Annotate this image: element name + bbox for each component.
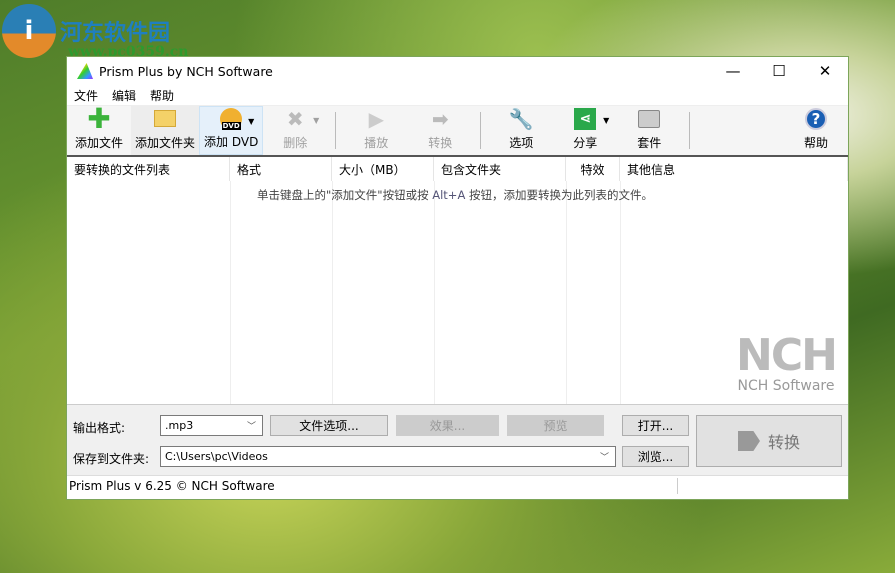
output-format-value: .mp3	[165, 419, 194, 432]
convert-button-label: 转换	[767, 433, 800, 452]
status-bar: Prism Plus v 6.25 © NCH Software	[67, 475, 848, 496]
folder-add-icon	[152, 106, 178, 131]
suite-label: 套件	[637, 136, 662, 150]
share-button[interactable]: ⋖ 分享 ▼	[553, 106, 617, 155]
file-list[interactable]: 要转换的文件列表 格式 大小（MB） 包含文件夹 特效 其他信息 单击键盘上的"…	[67, 157, 848, 405]
save-folder-label: 保存到文件夹:	[73, 452, 150, 466]
convert-arrow-icon	[737, 431, 760, 451]
dropdown-arrow-icon[interactable]: ▼	[248, 117, 254, 126]
title-bar: Prism Plus by NCH Software — ☐ ✕	[67, 57, 848, 85]
hint-text-end: 按钮，添加要转换为此列表的文件。	[465, 188, 653, 202]
menu-edit[interactable]: 编辑	[112, 87, 136, 104]
add-file-button[interactable]: ✚ 添加文件	[67, 101, 131, 155]
toolbar-divider	[480, 112, 482, 149]
convert-button[interactable]: 转换	[696, 415, 842, 467]
maximize-button[interactable]: ☐	[756, 57, 802, 85]
plus-icon: ✚	[87, 101, 111, 135]
output-format-label: 输出格式:	[73, 421, 126, 435]
add-folder-label: 添加文件夹	[135, 136, 196, 150]
status-text: Prism Plus v 6.25 © NCH Software	[69, 479, 275, 493]
tools-icon: 🔧	[508, 106, 534, 131]
convert-toolbar-button[interactable]: ➡ 转换	[408, 106, 472, 155]
share-label: 分享	[573, 136, 598, 150]
chevron-down-icon: ﹀	[599, 453, 609, 463]
dvd-add-icon: DVD	[218, 107, 244, 130]
add-folder-button[interactable]: 添加文件夹	[131, 106, 200, 155]
menu-bar: 文件 编辑 帮助	[67, 85, 848, 105]
empty-list-hint: 单击键盘上的"添加文件"按钮或按 Alt+A 按钮，添加要转换为此列表的文件。	[257, 187, 653, 203]
add-dvd-label: 添加 DVD	[204, 135, 259, 149]
open-button[interactable]: 打开...	[622, 415, 689, 436]
nch-logo: NCH NCH Software	[736, 330, 838, 395]
save-folder-input[interactable]: C:\Users\pc\Videos ﹀	[160, 446, 616, 467]
column-effects[interactable]: 特效	[566, 157, 620, 181]
watermark-site-name: 河东软件园	[60, 20, 171, 46]
app-window: Prism Plus by NCH Software — ☐ ✕ 文件 编辑 帮…	[66, 56, 849, 500]
output-panel: 输出格式: .mp3 ﹀ 文件选项... 效果... 预览 打开... 保存到文件…	[67, 405, 848, 475]
browse-button[interactable]: 浏览...	[622, 446, 689, 467]
close-button[interactable]: ✕	[802, 57, 848, 85]
help-label: 帮助	[803, 136, 828, 150]
column-format[interactable]: 格式	[230, 157, 332, 181]
column-folder[interactable]: 包含文件夹	[434, 157, 566, 181]
preview-button[interactable]: 预览	[507, 415, 604, 436]
play-button[interactable]: ▶ 播放	[344, 106, 408, 155]
chevron-down-icon: ﹀	[246, 422, 256, 432]
column-size[interactable]: 大小（MB）	[332, 157, 434, 181]
save-folder-path: C:\Users\pc\Videos	[165, 450, 268, 463]
prism-app-icon	[77, 63, 93, 79]
options-label: 选项	[509, 136, 534, 150]
film-convert-icon: ➡	[431, 106, 449, 131]
file-options-button[interactable]: 文件选项...	[270, 415, 388, 436]
add-file-label: 添加文件	[74, 136, 123, 150]
delete-label: 删除	[283, 136, 308, 150]
dropdown-arrow-icon[interactable]: ▼	[313, 116, 319, 125]
minimize-button[interactable]: —	[710, 57, 756, 85]
toolbar-divider	[689, 112, 691, 149]
help-button[interactable]: ? 帮助	[784, 106, 848, 155]
dropdown-arrow-icon[interactable]: ▼	[603, 116, 609, 125]
nch-logo-mark: NCH	[736, 330, 838, 381]
hint-shortcut: Alt+A	[432, 188, 466, 202]
output-format-select[interactable]: .mp3 ﹀	[160, 415, 263, 436]
toolbar: ✚ 添加文件 添加文件夹 DVD 添加 DVD ▼ ✖ 删除 ▼ ▶ 播放 ➡ 转换 🔧 选项 …	[67, 101, 848, 157]
delete-button[interactable]: ✖ 删除 ▼	[263, 106, 327, 155]
menu-help[interactable]: 帮助	[150, 87, 174, 104]
delete-icon: ✖	[286, 106, 304, 131]
suite-button[interactable]: 套件	[617, 106, 681, 155]
share-icon: ⋖	[572, 106, 598, 131]
help-icon: ?	[803, 106, 829, 131]
dvd-badge: DVD	[221, 121, 241, 130]
hint-text: 单击键盘上的"添加文件"按钮或按	[257, 188, 433, 202]
watermark: i 河东软件园 www.pc0359.cn	[2, 4, 188, 60]
nch-logo-text: NCH Software	[737, 378, 835, 394]
add-dvd-button[interactable]: DVD 添加 DVD ▼	[199, 106, 264, 155]
effects-button[interactable]: 效果...	[396, 415, 499, 436]
toolbar-divider	[335, 112, 337, 149]
watermark-logo-icon: i	[2, 4, 56, 58]
column-file-list[interactable]: 要转换的文件列表	[67, 157, 230, 181]
convert-label: 转换	[428, 136, 453, 150]
list-header: 要转换的文件列表 格式 大小（MB） 包含文件夹 特效 其他信息	[67, 157, 848, 181]
column-other-info[interactable]: 其他信息	[620, 157, 848, 181]
toolbox-icon	[636, 106, 662, 131]
play-icon: ▶	[368, 106, 384, 131]
play-label: 播放	[364, 136, 389, 150]
window-title: Prism Plus by NCH Software	[99, 63, 273, 79]
options-button[interactable]: 🔧 选项	[489, 106, 553, 155]
